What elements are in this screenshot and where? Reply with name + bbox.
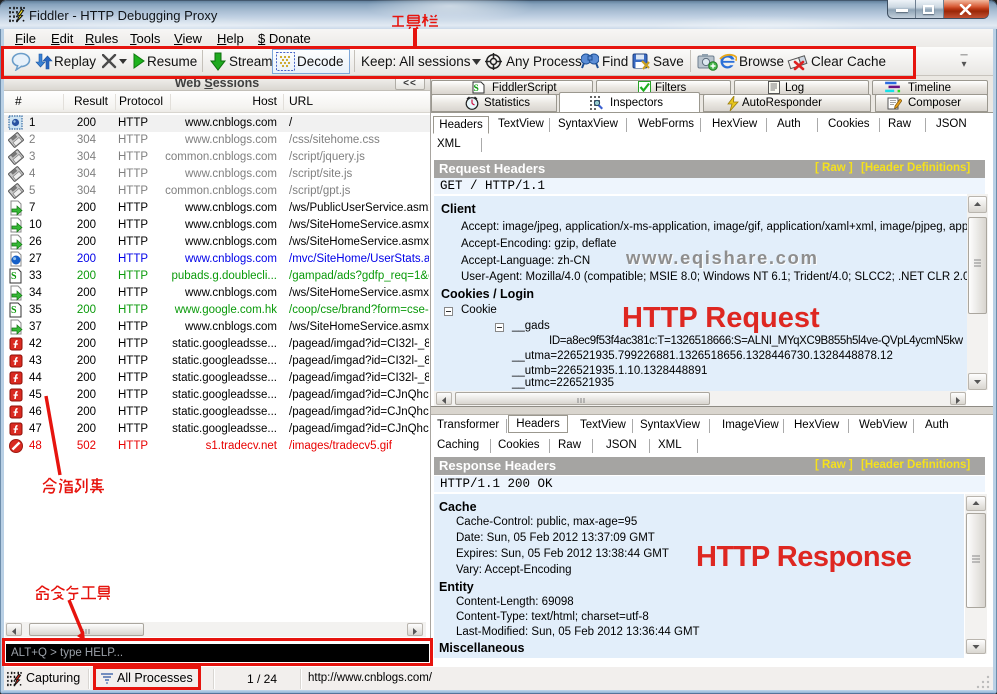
svg-text:S: S xyxy=(474,84,479,94)
svg-text:S: S xyxy=(11,271,17,282)
svg-text:S: S xyxy=(11,305,17,316)
